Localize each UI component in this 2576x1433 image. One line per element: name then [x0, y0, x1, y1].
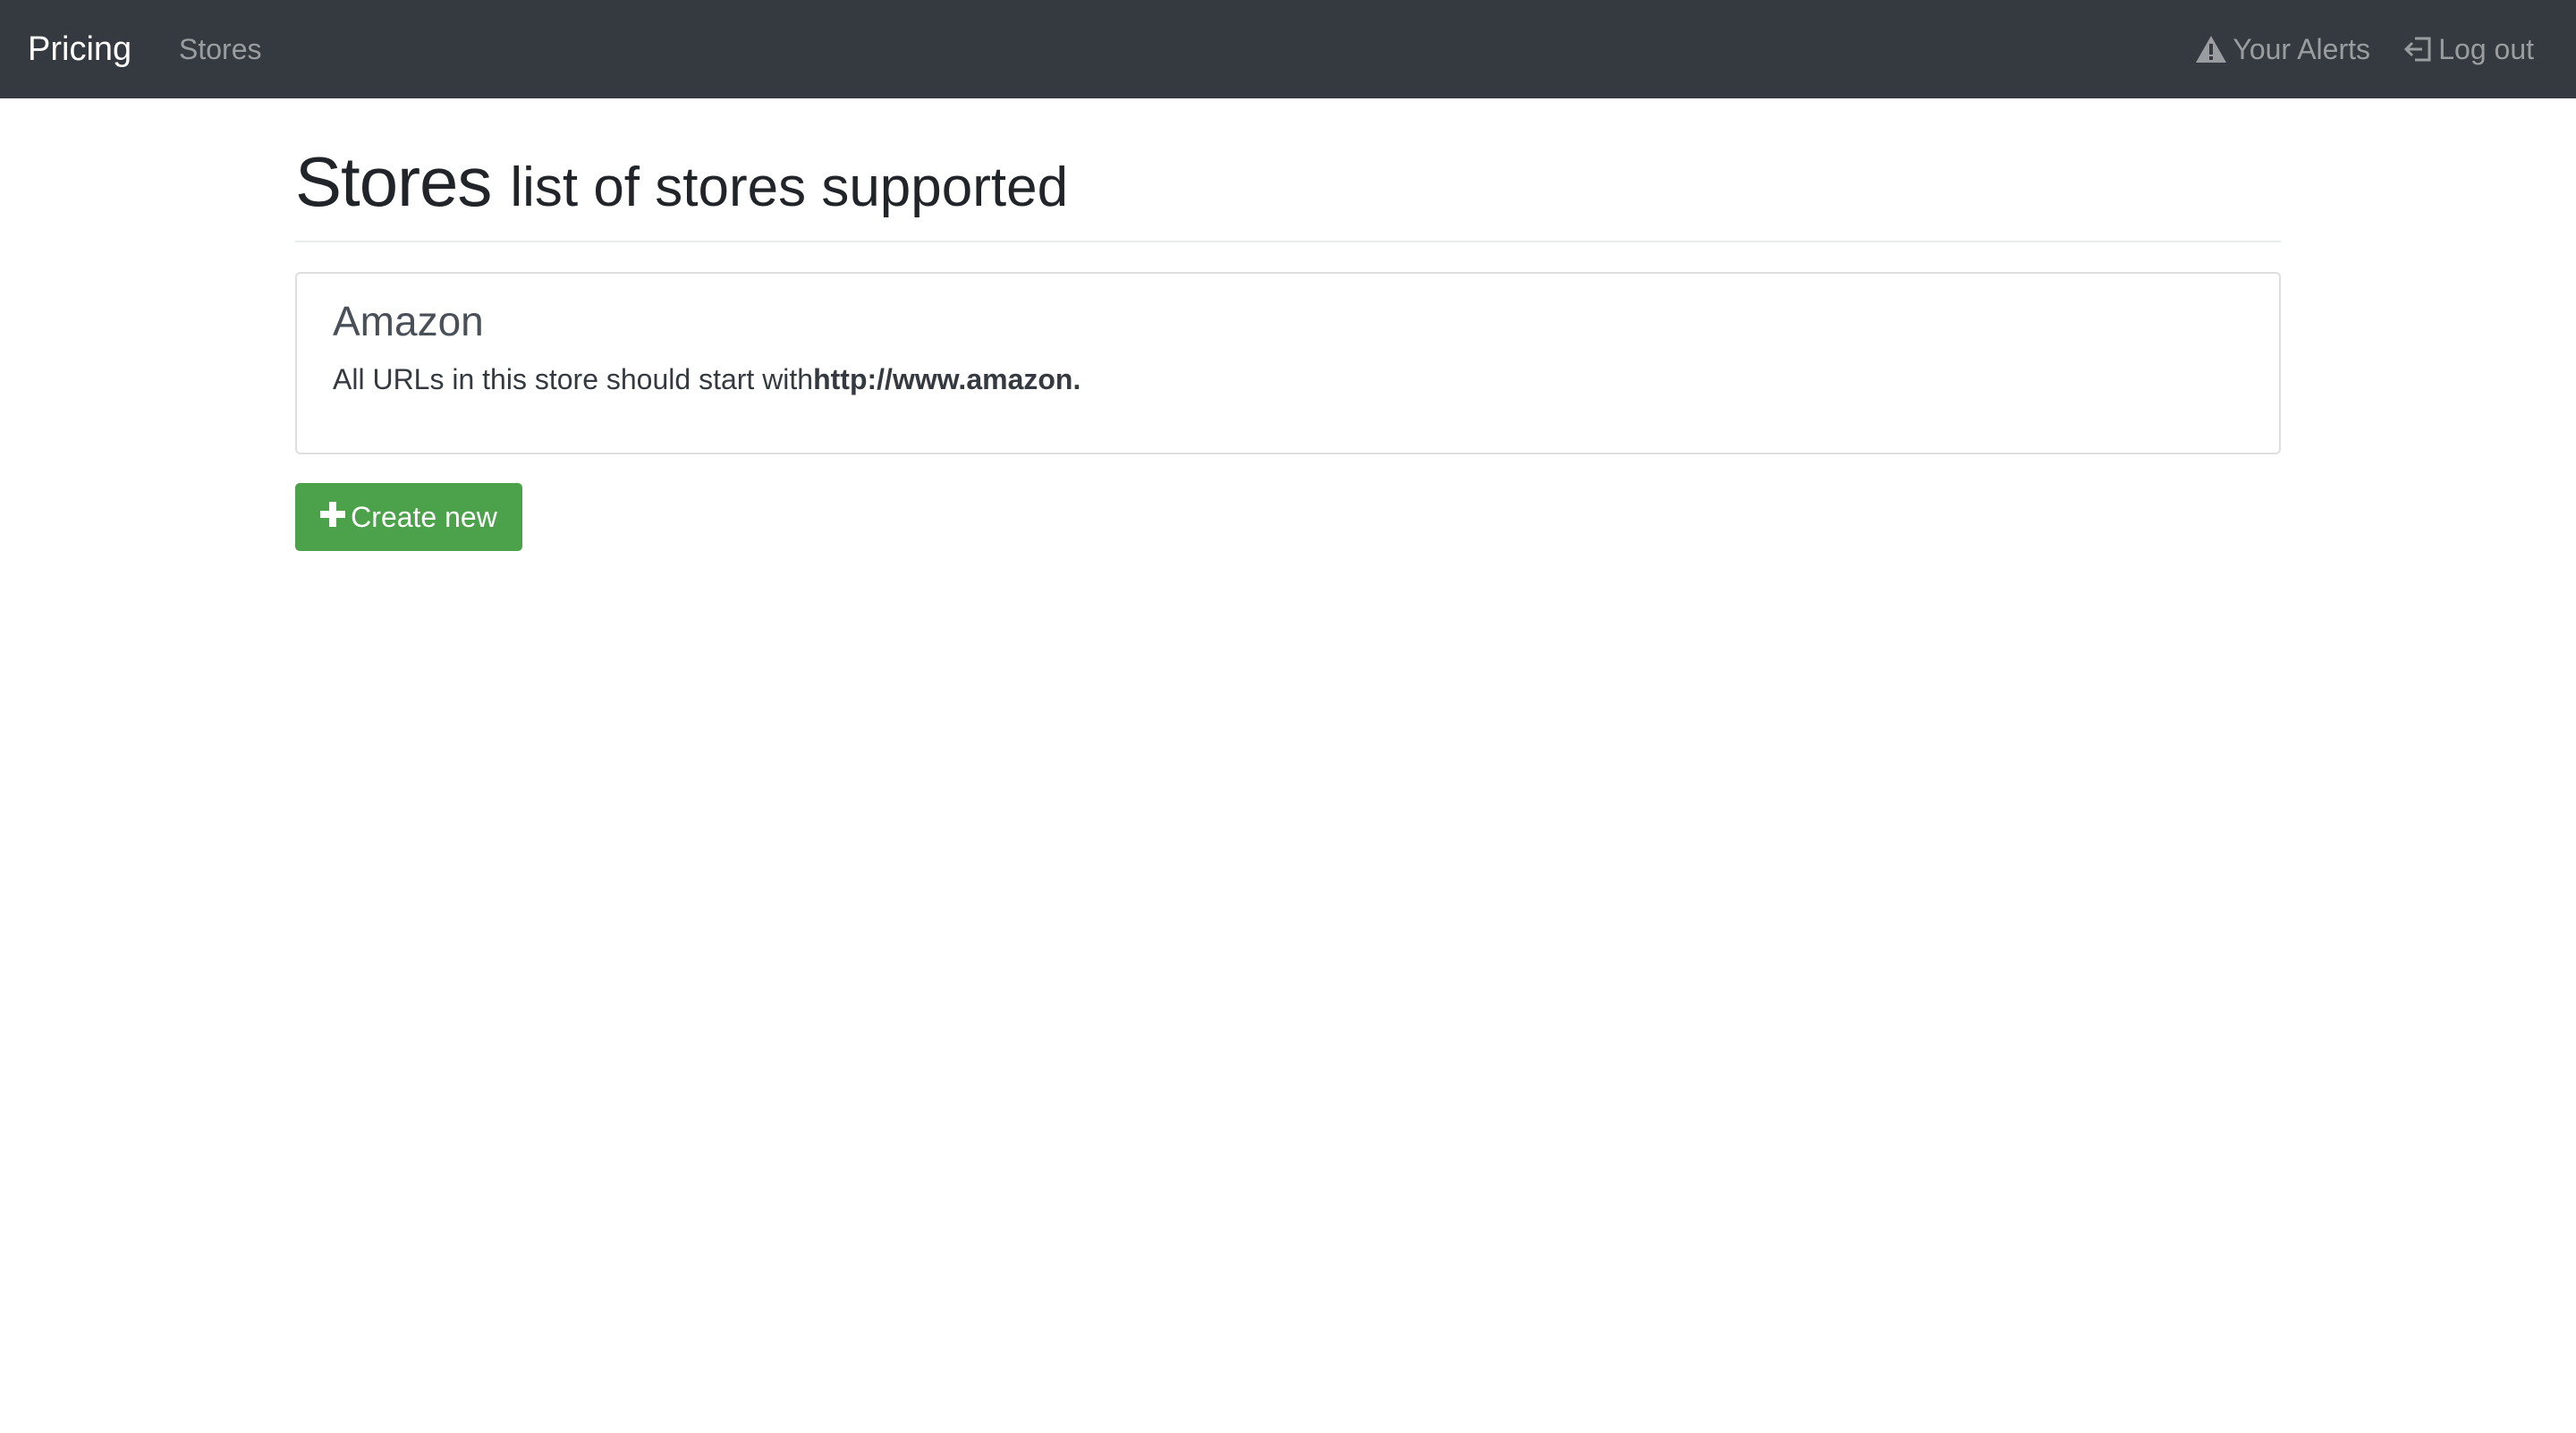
nav-link-logout-label: Log out — [2438, 33, 2534, 65]
nav-link-alerts[interactable]: Your Alerts — [2195, 0, 2370, 98]
create-new-label: Create new — [351, 500, 497, 533]
page-title: Stores list of stores supported — [295, 141, 1068, 223]
page-subtitle: list of stores supported — [510, 157, 1069, 218]
store-url-prefix: http://www.amazon. — [813, 363, 1081, 395]
log-out-icon — [2404, 35, 2433, 64]
top-navbar: Pricing Stores Your Alerts Log out — [0, 0, 2576, 98]
store-card: Amazon All URLs in this store should sta… — [295, 272, 2281, 454]
brand-link[interactable]: Pricing — [28, 0, 131, 98]
title-divider — [295, 241, 2281, 242]
store-card-description: All URLs in this store should start with… — [333, 363, 1080, 396]
warning-triangle-icon — [2195, 35, 2227, 64]
create-new-button[interactable]: Create new — [295, 483, 522, 551]
nav-link-stores[interactable]: Stores — [179, 0, 261, 98]
page-title-main: Stores — [295, 142, 492, 221]
store-card-title: Amazon — [333, 298, 484, 344]
nav-link-alerts-label: Your Alerts — [2233, 33, 2370, 65]
store-description-prefix: All URLs in this store should start with — [333, 363, 814, 395]
nav-link-stores-label: Stores — [179, 33, 262, 65]
plus-icon — [320, 501, 346, 534]
nav-link-logout[interactable]: Log out — [2404, 0, 2534, 98]
